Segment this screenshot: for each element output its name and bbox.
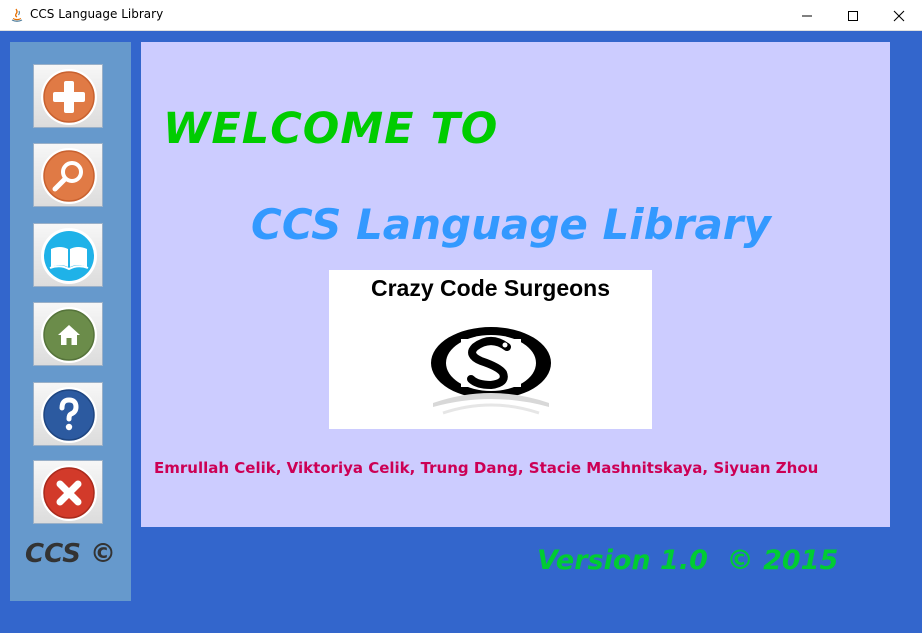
team-logo: Crazy Code Surgeons xyxy=(329,270,652,429)
app-window: CCS Language Library CCS © WELCOME TO CC… xyxy=(0,0,922,633)
authors-text: Emrullah Celik, Viktoriya Celik, Trung D… xyxy=(154,459,819,477)
exit-button[interactable] xyxy=(33,460,103,524)
help-button[interactable] xyxy=(33,382,103,446)
minimize-icon xyxy=(802,15,812,16)
add-icon xyxy=(41,69,97,125)
close-icon xyxy=(893,10,905,21)
title-bar[interactable]: CCS Language Library xyxy=(0,0,922,31)
welcome-panel: WELCOME TO CCS Language Library Crazy Co… xyxy=(141,42,890,527)
add-button[interactable] xyxy=(33,64,103,128)
version-text: Version 1.0 © 2015 xyxy=(537,545,839,576)
search-icon xyxy=(41,148,97,204)
client-area: CCS © WELCOME TO CCS Language Library Cr… xyxy=(0,31,922,633)
book-icon xyxy=(41,228,97,284)
snake-logo-icon xyxy=(431,327,551,415)
sidebar-footer-text: CCS © xyxy=(25,539,117,569)
minimize-button[interactable] xyxy=(784,0,830,31)
maximize-button[interactable] xyxy=(830,0,876,31)
exit-icon xyxy=(41,465,97,521)
close-button[interactable] xyxy=(876,0,922,31)
sidebar: CCS © xyxy=(10,42,131,601)
welcome-heading: WELCOME TO xyxy=(163,104,499,154)
logo-text: Crazy Code Surgeons xyxy=(371,275,610,301)
search-button[interactable] xyxy=(33,143,103,207)
home-button[interactable] xyxy=(33,302,103,366)
maximize-icon xyxy=(848,10,858,21)
browse-button[interactable] xyxy=(33,223,103,287)
java-icon xyxy=(9,7,25,23)
home-icon xyxy=(41,307,97,363)
app-name-heading: CCS Language Library xyxy=(251,200,771,249)
help-icon xyxy=(41,387,97,443)
window-title: CCS Language Library xyxy=(30,7,164,21)
